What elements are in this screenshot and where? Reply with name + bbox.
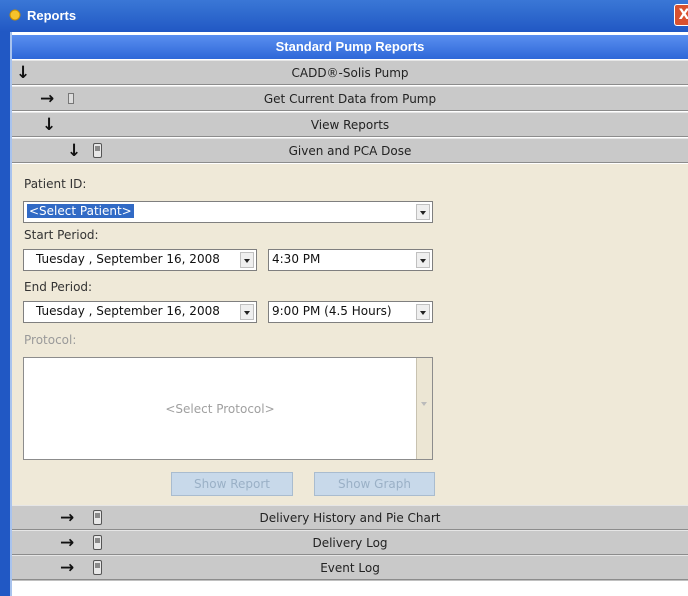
end-date-select[interactable]: Tuesday , September 16, 2008 [23, 301, 257, 323]
chevron-down-icon [421, 402, 427, 406]
tree-row-label: Get Current Data from Pump [263, 92, 437, 106]
chevron-down-icon[interactable] [416, 304, 430, 320]
window-titlebar [0, 0, 688, 32]
tree-row-pump[interactable]: ↓ CADD®-Solis Pump [12, 60, 688, 85]
end-time-value: 9:00 PM (4.5 Hours) [272, 304, 392, 318]
chevron-down-icon[interactable] [240, 252, 254, 268]
patient-id-label: Patient ID: [24, 177, 87, 191]
end-period-label: End Period: [24, 280, 93, 294]
tree-row-label: Delivery Log [312, 536, 388, 550]
start-date-select[interactable]: Tuesday , September 16, 2008 [23, 249, 257, 271]
patient-select[interactable]: <Select Patient> [23, 201, 433, 223]
down-arrow-icon: ↓ [67, 141, 82, 161]
protocol-list[interactable]: <Select Protocol> [23, 357, 433, 460]
chevron-down-icon[interactable] [416, 204, 430, 220]
tree-row-view-reports[interactable]: ↓ View Reports [12, 112, 688, 137]
tree-row-label: CADD®-Solis Pump [291, 66, 409, 80]
report-device-icon [93, 143, 102, 158]
down-arrow-icon: ↓ [42, 115, 57, 135]
tree-row-event-log[interactable]: → Event Log [12, 555, 688, 580]
right-arrow-icon: → [60, 508, 75, 528]
protocol-placeholder: <Select Protocol> [165, 402, 275, 416]
tree-row-label: Delivery History and Pie Chart [259, 511, 441, 525]
start-date-value: Tuesday , September 16, 2008 [36, 252, 220, 266]
start-time-select[interactable]: 4:30 PM [268, 249, 433, 271]
show-report-button[interactable]: Show Report [171, 472, 293, 496]
end-date-value: Tuesday , September 16, 2008 [36, 304, 220, 318]
tree-row-label: Given and PCA Dose [288, 144, 412, 158]
right-arrow-icon: → [60, 533, 75, 553]
chevron-down-icon[interactable] [240, 304, 254, 320]
close-icon[interactable]: X [674, 4, 688, 26]
window-title: Reports [27, 8, 77, 23]
report-device-icon [93, 535, 102, 550]
tree-row-label: View Reports [310, 118, 390, 132]
right-arrow-icon: → [60, 558, 75, 578]
pump-device-icon [68, 93, 74, 104]
standard-pump-reports-header: Standard Pump Reports [12, 35, 688, 59]
patient-select-value: <Select Patient> [27, 204, 134, 218]
window-frame-left [0, 32, 10, 596]
end-time-select[interactable]: 9:00 PM (4.5 Hours) [268, 301, 433, 323]
start-period-label: Start Period: [24, 228, 99, 242]
tree-row-delivery-log[interactable]: → Delivery Log [12, 530, 688, 555]
bottom-spacer [12, 580, 688, 596]
protocol-scrollbar[interactable] [416, 358, 432, 459]
reports-app-icon [9, 9, 21, 21]
report-device-icon [93, 510, 102, 525]
right-arrow-icon: → [40, 89, 55, 109]
show-graph-button[interactable]: Show Graph [314, 472, 435, 496]
chevron-down-icon[interactable] [416, 252, 430, 268]
down-arrow-icon: ↓ [16, 63, 31, 83]
start-time-value: 4:30 PM [272, 252, 321, 266]
tree-row-get-data[interactable]: → Get Current Data from Pump [12, 86, 688, 111]
report-device-icon [93, 560, 102, 575]
tree-row-label: Event Log [320, 561, 380, 575]
protocol-label: Protocol: [24, 333, 77, 347]
tree-row-delivery-history[interactable]: → Delivery History and Pie Chart [12, 505, 688, 530]
tree-row-given-pca[interactable]: ↓ Given and PCA Dose [12, 138, 688, 163]
